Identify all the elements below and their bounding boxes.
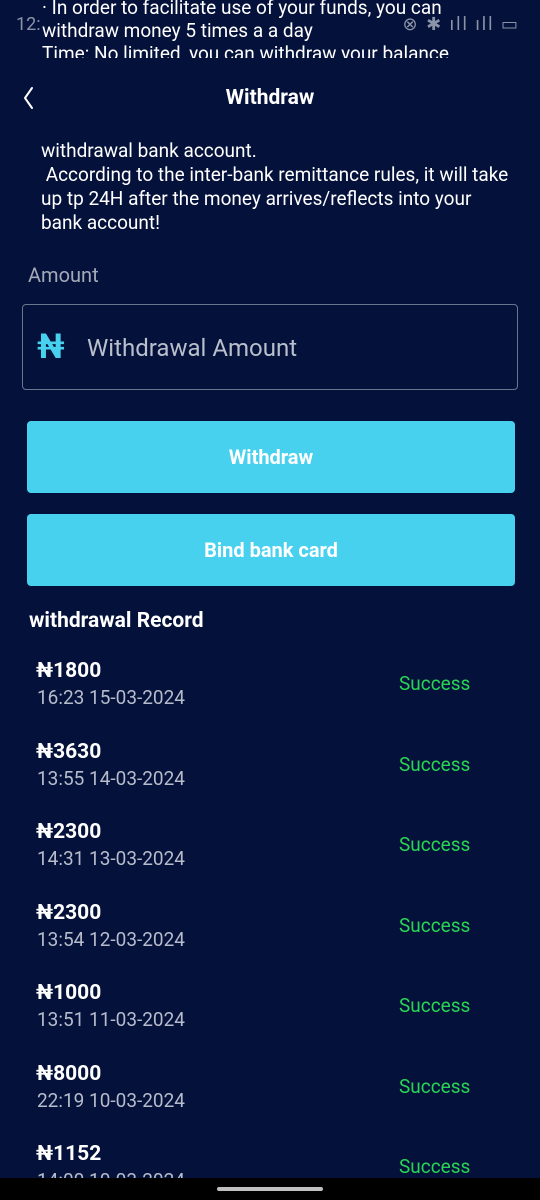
system-navigation-bar xyxy=(0,1178,540,1200)
withdrawal-record-list[interactable]: ₦1800 16:23 15-03-2024 Success ₦3630 13:… xyxy=(0,652,540,1180)
home-indicator[interactable] xyxy=(217,1187,323,1191)
page-title: Withdraw xyxy=(225,86,315,110)
scrolled-notice-line: withdraw money 5 times a a day xyxy=(42,19,313,42)
record-amount: ₦2300 xyxy=(36,900,102,925)
status-time: 12: xyxy=(16,14,41,35)
record-item: ₦2300 13:54 12-03-2024 Success xyxy=(0,894,540,975)
record-amount: ₦2300 xyxy=(36,820,102,844)
record-status: Success xyxy=(399,672,471,695)
scrolled-notice-line: · In order to facilitate use of your fun… xyxy=(42,0,442,19)
withdraw-button[interactable]: Withdraw xyxy=(27,421,515,493)
bind-bank-card-button[interactable]: Bind bank card xyxy=(27,514,515,586)
amount-field[interactable]: ₦ xyxy=(22,304,518,390)
record-amount: ₦8000 xyxy=(36,1061,102,1086)
record-status: Success xyxy=(399,752,471,776)
record-item: ₦1800 16:23 15-03-2024 Success xyxy=(0,652,540,733)
record-item: ₦3630 13:55 14-03-2024 Success xyxy=(0,733,540,814)
header: Withdraw xyxy=(0,72,540,128)
scrolled-notice-line: Time: No limited, you can withdraw your … xyxy=(42,42,449,58)
record-status: Success xyxy=(399,913,471,937)
record-time: 13:51 11-03-2024 xyxy=(37,1008,185,1031)
record-amount: ₦1800 xyxy=(36,659,102,683)
record-amount: ₦3630 xyxy=(36,739,102,764)
record-time: 13:54 12-03-2024 xyxy=(37,927,185,951)
record-amount: ₦1152 xyxy=(36,1142,102,1166)
status-bar: 12: ⊗ ✱ ıll ıll ▭ · In order to facilita… xyxy=(0,0,540,58)
notice-line: withdrawal bank account. xyxy=(41,139,257,162)
naira-icon: ₦ xyxy=(37,327,65,367)
records-title: withdrawal Record xyxy=(29,609,204,633)
record-time: 13:55 14-03-2024 xyxy=(37,766,185,790)
amount-label: Amount xyxy=(28,263,99,287)
record-item: ₦1000 13:51 11-03-2024 Success xyxy=(0,974,540,1055)
record-time: 22:19 10-03-2024 xyxy=(37,1088,185,1112)
record-status: Success xyxy=(399,1155,471,1178)
record-status: Success xyxy=(399,1074,471,1098)
withdrawal-amount-input[interactable] xyxy=(85,327,489,369)
record-status: Success xyxy=(399,994,471,1017)
withdraw-notice: withdrawal bank account. According to th… xyxy=(41,139,511,235)
record-item: ₦2300 14:31 13-03-2024 Success xyxy=(0,813,540,894)
record-status: Success xyxy=(399,833,471,856)
notice-line: According to the inter-bank remittance r… xyxy=(41,163,513,234)
record-time: 14:31 13-03-2024 xyxy=(37,847,185,870)
record-item: ₦8000 22:19 10-03-2024 Success xyxy=(0,1055,540,1136)
record-time: 16:23 15-03-2024 xyxy=(37,686,185,709)
scrolled-notice: · In order to facilitate use of your fun… xyxy=(42,0,512,58)
record-amount: ₦1000 xyxy=(36,981,102,1005)
record-item: ₦1152 14:00 10-03-2024 Success xyxy=(0,1135,540,1180)
